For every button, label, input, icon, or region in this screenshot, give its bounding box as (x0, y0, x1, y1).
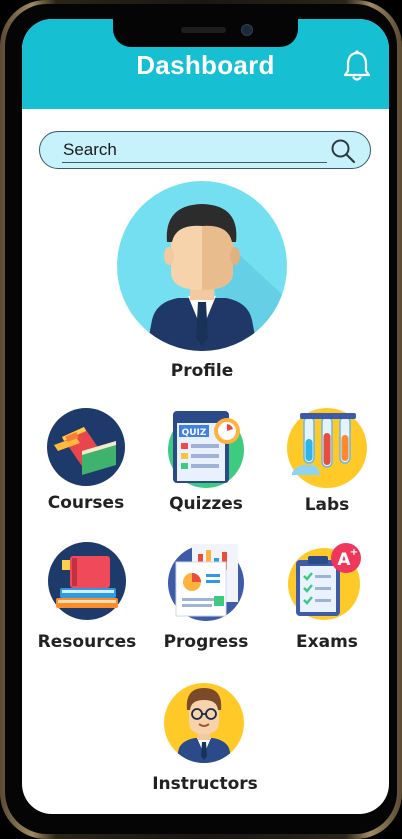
progress-button[interactable] (166, 540, 246, 622)
profile-button[interactable] (116, 180, 288, 352)
courses-label: Courses (47, 493, 125, 513)
resources-label: Resources (37, 632, 137, 652)
svg-text:+: + (350, 547, 358, 558)
labs-label: Labs (304, 495, 350, 515)
speaker (181, 27, 226, 33)
resources-button[interactable] (46, 540, 128, 622)
exam-clipboard-icon: A + (288, 543, 361, 620)
report-chart-icon (168, 544, 244, 621)
exams-label: Exams (296, 632, 358, 652)
test-tubes-icon (287, 408, 367, 488)
app-screen: Dashboard Search Profile Courses QUIZ Qu… (22, 19, 389, 814)
search-icon[interactable] (330, 138, 356, 164)
instructors-button[interactable] (163, 682, 245, 764)
stacked-books-icon (48, 542, 126, 620)
teacher-avatar-icon (164, 683, 244, 763)
front-camera (241, 24, 253, 36)
profile-avatar-icon (117, 181, 287, 351)
instructors-label: Instructors (152, 774, 258, 794)
search-bar (39, 131, 371, 169)
search-input[interactable] (62, 138, 327, 163)
books-icon (47, 408, 125, 486)
quizzes-label: Quizzes (169, 494, 243, 514)
bell-icon[interactable] (342, 49, 372, 83)
exams-button[interactable]: A + (286, 540, 368, 622)
quizzes-button[interactable]: QUIZ (165, 407, 247, 489)
profile-label: Profile (170, 361, 234, 381)
courses-button[interactable] (46, 407, 126, 487)
page-title: Dashboard (136, 50, 275, 80)
quiz-icon: QUIZ (168, 411, 244, 488)
labs-button[interactable] (286, 407, 368, 489)
progress-label: Progress (163, 632, 249, 652)
svg-text:QUIZ: QUIZ (182, 428, 207, 438)
notch (113, 19, 298, 47)
